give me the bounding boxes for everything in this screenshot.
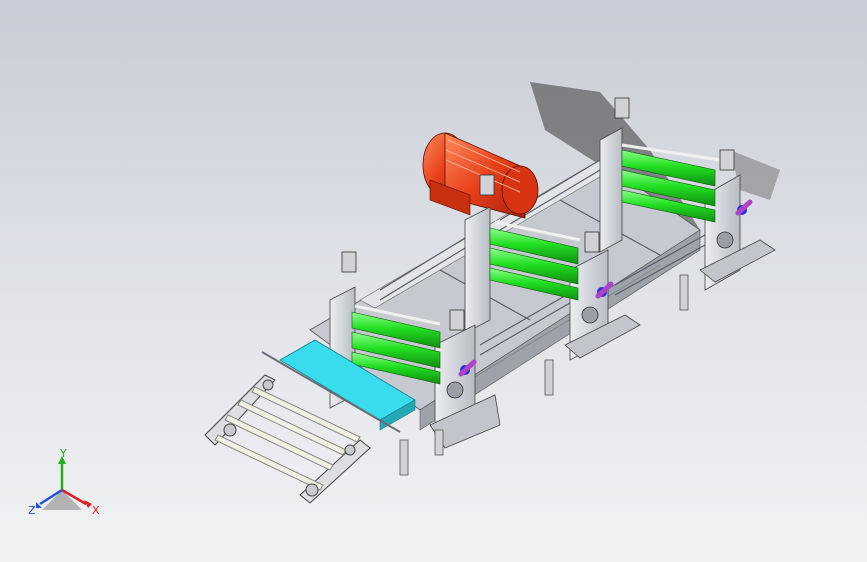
y-axis-label: Y	[59, 448, 67, 460]
assembly-model[interactable]	[0, 0, 867, 562]
coordinate-triad: Y X Z	[28, 448, 100, 517]
x-axis-label: X	[92, 504, 100, 517]
graphics-viewport[interactable]: Y X Z	[0, 0, 867, 562]
z-axis-label: Z	[28, 504, 36, 517]
